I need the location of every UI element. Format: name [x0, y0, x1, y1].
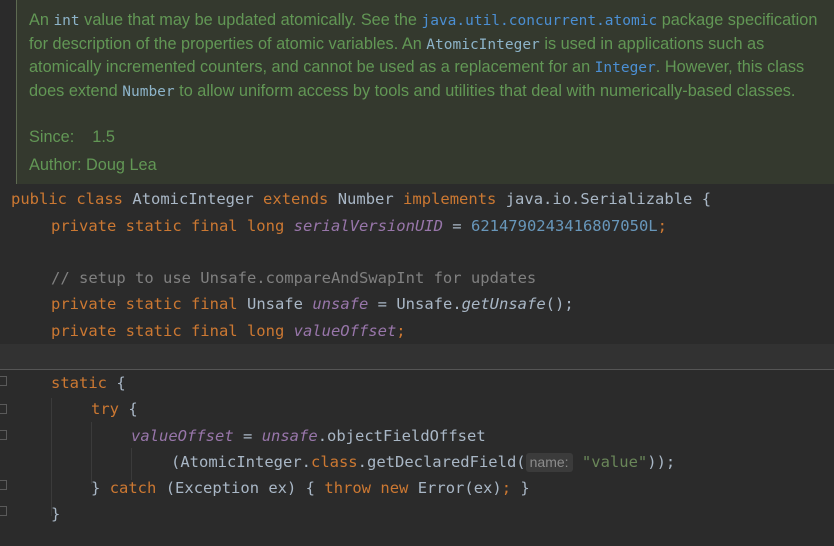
open-brace: { [128, 400, 138, 418]
code-line-unsafe[interactable]: private static final Unsafe unsafe = Uns… [51, 291, 574, 317]
semicolon: ; [501, 479, 512, 497]
field-valueoffset: valueOffset [131, 427, 234, 445]
keyword-class: class [76, 190, 124, 208]
javadoc-code-number: Number [122, 83, 175, 100]
class-name: AtomicInteger [132, 190, 254, 208]
code-line-catch[interactable]: } catch (Exception ex) { throw new Error… [91, 475, 530, 501]
javadoc-code-int: int [53, 13, 80, 29]
since-value: 1.5 [92, 128, 115, 146]
keyword-implements: implements [403, 190, 497, 208]
code-line-static-block[interactable]: static { [51, 370, 126, 396]
fold-marker-icon[interactable] [0, 376, 7, 386]
code-line-class-declaration[interactable]: public class AtomicInteger extends Numbe… [11, 186, 711, 212]
javadoc-text: An [29, 11, 54, 29]
number-literal: 6214790243416807050L [470, 217, 658, 235]
parameter-hint: name: [525, 453, 573, 472]
method-call: getUnsafe [461, 295, 546, 313]
field-serialversionuid: serialVersionUID [293, 217, 443, 235]
keyword-catch: catch [109, 479, 157, 497]
fold-marker-icon[interactable] [0, 404, 7, 414]
javadoc-since: Since: 1.5 [29, 128, 115, 147]
field-valueoffset: valueOffset [293, 322, 397, 340]
author-value: Doug Lea [86, 156, 157, 174]
code-line-try[interactable]: try { [91, 396, 138, 422]
open-brace: { [701, 190, 712, 208]
keyword-new: new [380, 479, 409, 497]
code-line-comment[interactable]: // setup to use Unsafe.compareAndSwapInt… [51, 265, 536, 291]
constructor-call: Error(ex) [417, 479, 502, 497]
superclass-name: Number [337, 190, 394, 208]
current-line-highlight [0, 344, 834, 369]
assignment: = Unsafe. [377, 295, 462, 313]
modifiers: private static final long [51, 322, 285, 340]
close-brace: } [520, 479, 530, 497]
fold-marker-icon[interactable] [0, 506, 7, 516]
semicolon: ; [657, 217, 667, 235]
javadoc-description: An int value that may be updated atomica… [29, 9, 834, 103]
catch-clause: (Exception ex) { [165, 479, 316, 497]
call-end: )); [647, 453, 676, 471]
javadoc-link-package[interactable]: java.util.concurrent.atomic [421, 13, 657, 29]
field-unsafe: unsafe [312, 295, 369, 313]
modifiers: private static final [51, 295, 238, 313]
method-call: .objectFieldOffset [317, 427, 486, 445]
code-line-close-static[interactable]: } [51, 501, 60, 527]
code-line-offset-assign[interactable]: valueOffset = unsafe.objectFieldOffset [131, 423, 486, 449]
javadoc-bar [16, 0, 17, 184]
keyword-extends: extends [263, 190, 329, 208]
call-end: (); [545, 295, 574, 313]
operator: = [452, 217, 462, 235]
type-name: Unsafe [246, 295, 303, 313]
operator: = [243, 427, 253, 445]
code-line-serial-version[interactable]: private static final long serialVersionU… [51, 213, 667, 239]
close-brace: } [51, 505, 61, 523]
author-label: Author: [29, 156, 82, 174]
javadoc-code-atomicinteger: AtomicInteger [426, 36, 540, 53]
keyword-throw: throw [324, 479, 372, 497]
expression: (AtomicInteger. [171, 453, 311, 471]
indent-guide [51, 398, 52, 516]
fold-marker-icon[interactable] [0, 480, 7, 490]
string-literal: "value" [581, 453, 648, 471]
keyword-static: static [51, 374, 107, 392]
code-line-declared-field[interactable]: (AtomicInteger.class.getDeclaredField(na… [171, 449, 675, 475]
interface-name: java.io.Serializable [505, 190, 693, 208]
open-brace: { [116, 374, 126, 392]
keyword-class: class [310, 453, 358, 471]
keyword-try: try [91, 400, 119, 418]
javadoc-text: value that may be updated atomically. Se… [79, 11, 422, 29]
semicolon: ; [396, 322, 406, 340]
javadoc-panel: An int value that may be updated atomica… [16, 0, 834, 184]
keyword-public: public [11, 190, 67, 208]
javadoc-text: to allow uniform access by tools and uti… [174, 81, 796, 100]
line-comment: // setup to use Unsafe.compareAndSwapInt… [51, 269, 537, 287]
modifiers: private static final long [51, 217, 285, 235]
fold-marker-icon[interactable] [0, 430, 7, 440]
code-line-value-offset[interactable]: private static final long valueOffset; [51, 318, 406, 344]
close-brace: } [91, 479, 101, 497]
field-unsafe: unsafe [261, 427, 318, 445]
javadoc-author: Author: Doug Lea [29, 156, 157, 175]
javadoc-link-integer[interactable]: Integer [595, 60, 656, 76]
since-label: Since: [29, 128, 75, 146]
method-call: .getDeclaredField( [357, 453, 526, 471]
